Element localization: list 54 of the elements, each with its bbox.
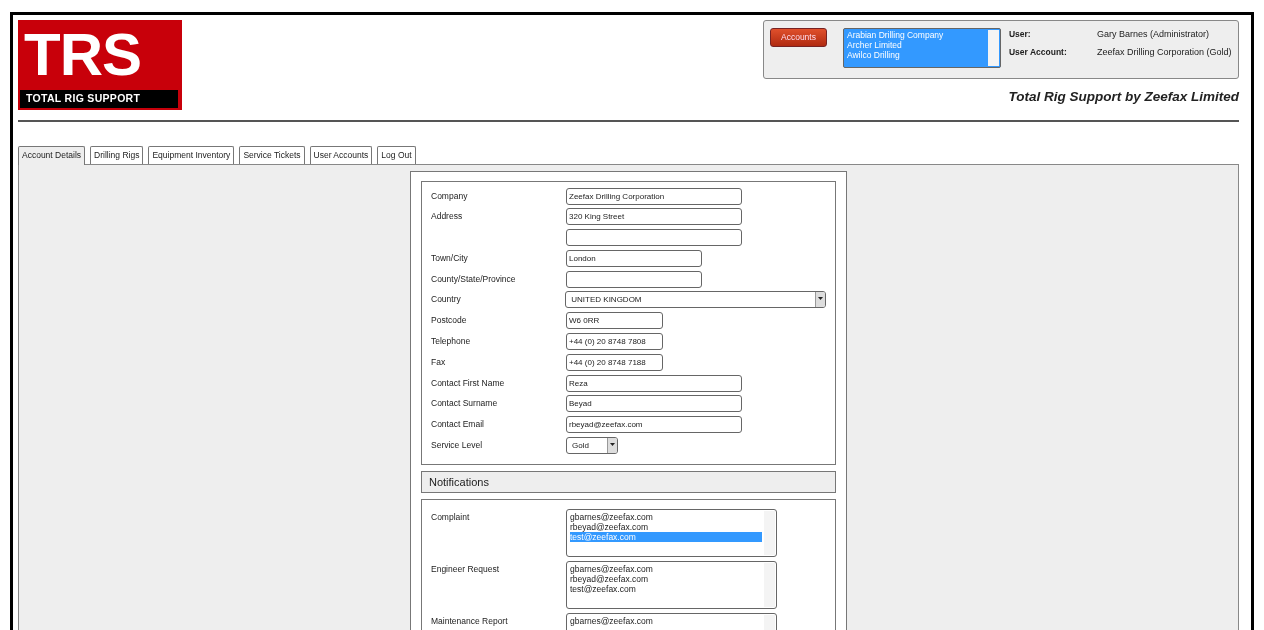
input-field[interactable]: +44 (0) 20 8748 7808: [566, 333, 663, 351]
tab[interactable]: Log Out: [377, 145, 416, 164]
field-label: Town/City: [431, 251, 469, 265]
info-value: Zeefax Drilling Corporation (Gold): [1096, 45, 1232, 59]
section-header: Notifications: [421, 470, 836, 494]
field-label: County/State/Province: [431, 272, 517, 286]
email-listbox[interactable]: gbarnes@zeefax.com: [566, 613, 777, 630]
input-field[interactable]: W6 0RR: [566, 312, 663, 330]
field-label: Postcode: [431, 314, 468, 328]
field-label: Fax: [431, 355, 447, 369]
select-field[interactable]: Gold: [566, 437, 618, 455]
tab[interactable]: Equipment Inventory: [148, 145, 235, 164]
input-field[interactable]: +44 (0) 20 8748 7188: [566, 353, 663, 371]
input-field[interactable]: London: [566, 249, 702, 267]
list-item[interactable]: test@zeefax.com: [570, 584, 762, 595]
field-label: Complaint: [431, 511, 471, 525]
input-field[interactable]: [566, 229, 742, 247]
tab[interactable]: User Accounts: [309, 145, 373, 164]
field-label: Address: [431, 210, 464, 224]
field-label: Contact First Name: [431, 376, 506, 390]
field-label: Service Level: [431, 439, 484, 452]
input-field[interactable]: [566, 270, 702, 288]
select-field[interactable]: UNITED KINGDOM: [565, 291, 826, 309]
tab[interactable]: Account Details: [18, 145, 86, 165]
email-listbox[interactable]: gbarnes@zeefax.com rbeyad@zeefax.com test@zeefax.com: [566, 561, 777, 610]
input-field[interactable]: rbeyad@zeefax.com: [566, 416, 742, 434]
input-field[interactable]: Zeefax Drilling Corporation: [566, 187, 742, 205]
list-item[interactable]: rbeyad@zeefax.com: [570, 522, 762, 533]
list-item[interactable]: gbarnes@zeefax.com: [570, 512, 762, 523]
logo-drawing: TRS TOTAL RIG SUPPORT: [18, 20, 182, 110]
tab[interactable]: Service Tickets: [239, 145, 305, 164]
field-label: Contact Email: [431, 418, 485, 431]
field-label: Telephone: [431, 335, 472, 348]
field-label: Contact Surname: [431, 397, 499, 411]
scrollbar[interactable]: [987, 30, 999, 66]
list-item[interactable]: gbarnes@zeefax.com: [570, 564, 762, 575]
field-label: Maintenance Report: [431, 615, 509, 629]
field-label: Company: [431, 189, 469, 203]
input-field[interactable]: Beyad: [566, 395, 742, 413]
email-listbox[interactable]: gbarnes@zeefax.com rbeyad@zeefax.com test@zeefax.com: [566, 509, 777, 558]
input-field[interactable]: Reza: [566, 374, 742, 392]
list-item[interactable]: rbeyad@zeefax.com: [570, 574, 762, 585]
info-label: User Account:: [1008, 45, 1068, 59]
scrollbar[interactable]: [764, 563, 775, 608]
scrollbar[interactable]: [764, 511, 775, 556]
tagline: Total Rig Support by Zeefax Limited: [1008, 88, 1239, 106]
tab[interactable]: Drilling Rigs: [90, 145, 144, 164]
info-value: Gary Barnes (Administrator): [1096, 28, 1209, 41]
accounts-button[interactable]: Accounts: [770, 28, 827, 47]
input-field[interactable]: 320 King Street: [566, 208, 742, 226]
info-label: User:: [1008, 28, 1032, 41]
list-item[interactable]: gbarnes@zeefax.com: [570, 616, 762, 627]
field-label: Country: [431, 293, 462, 307]
field-label: Engineer Request: [431, 563, 501, 577]
